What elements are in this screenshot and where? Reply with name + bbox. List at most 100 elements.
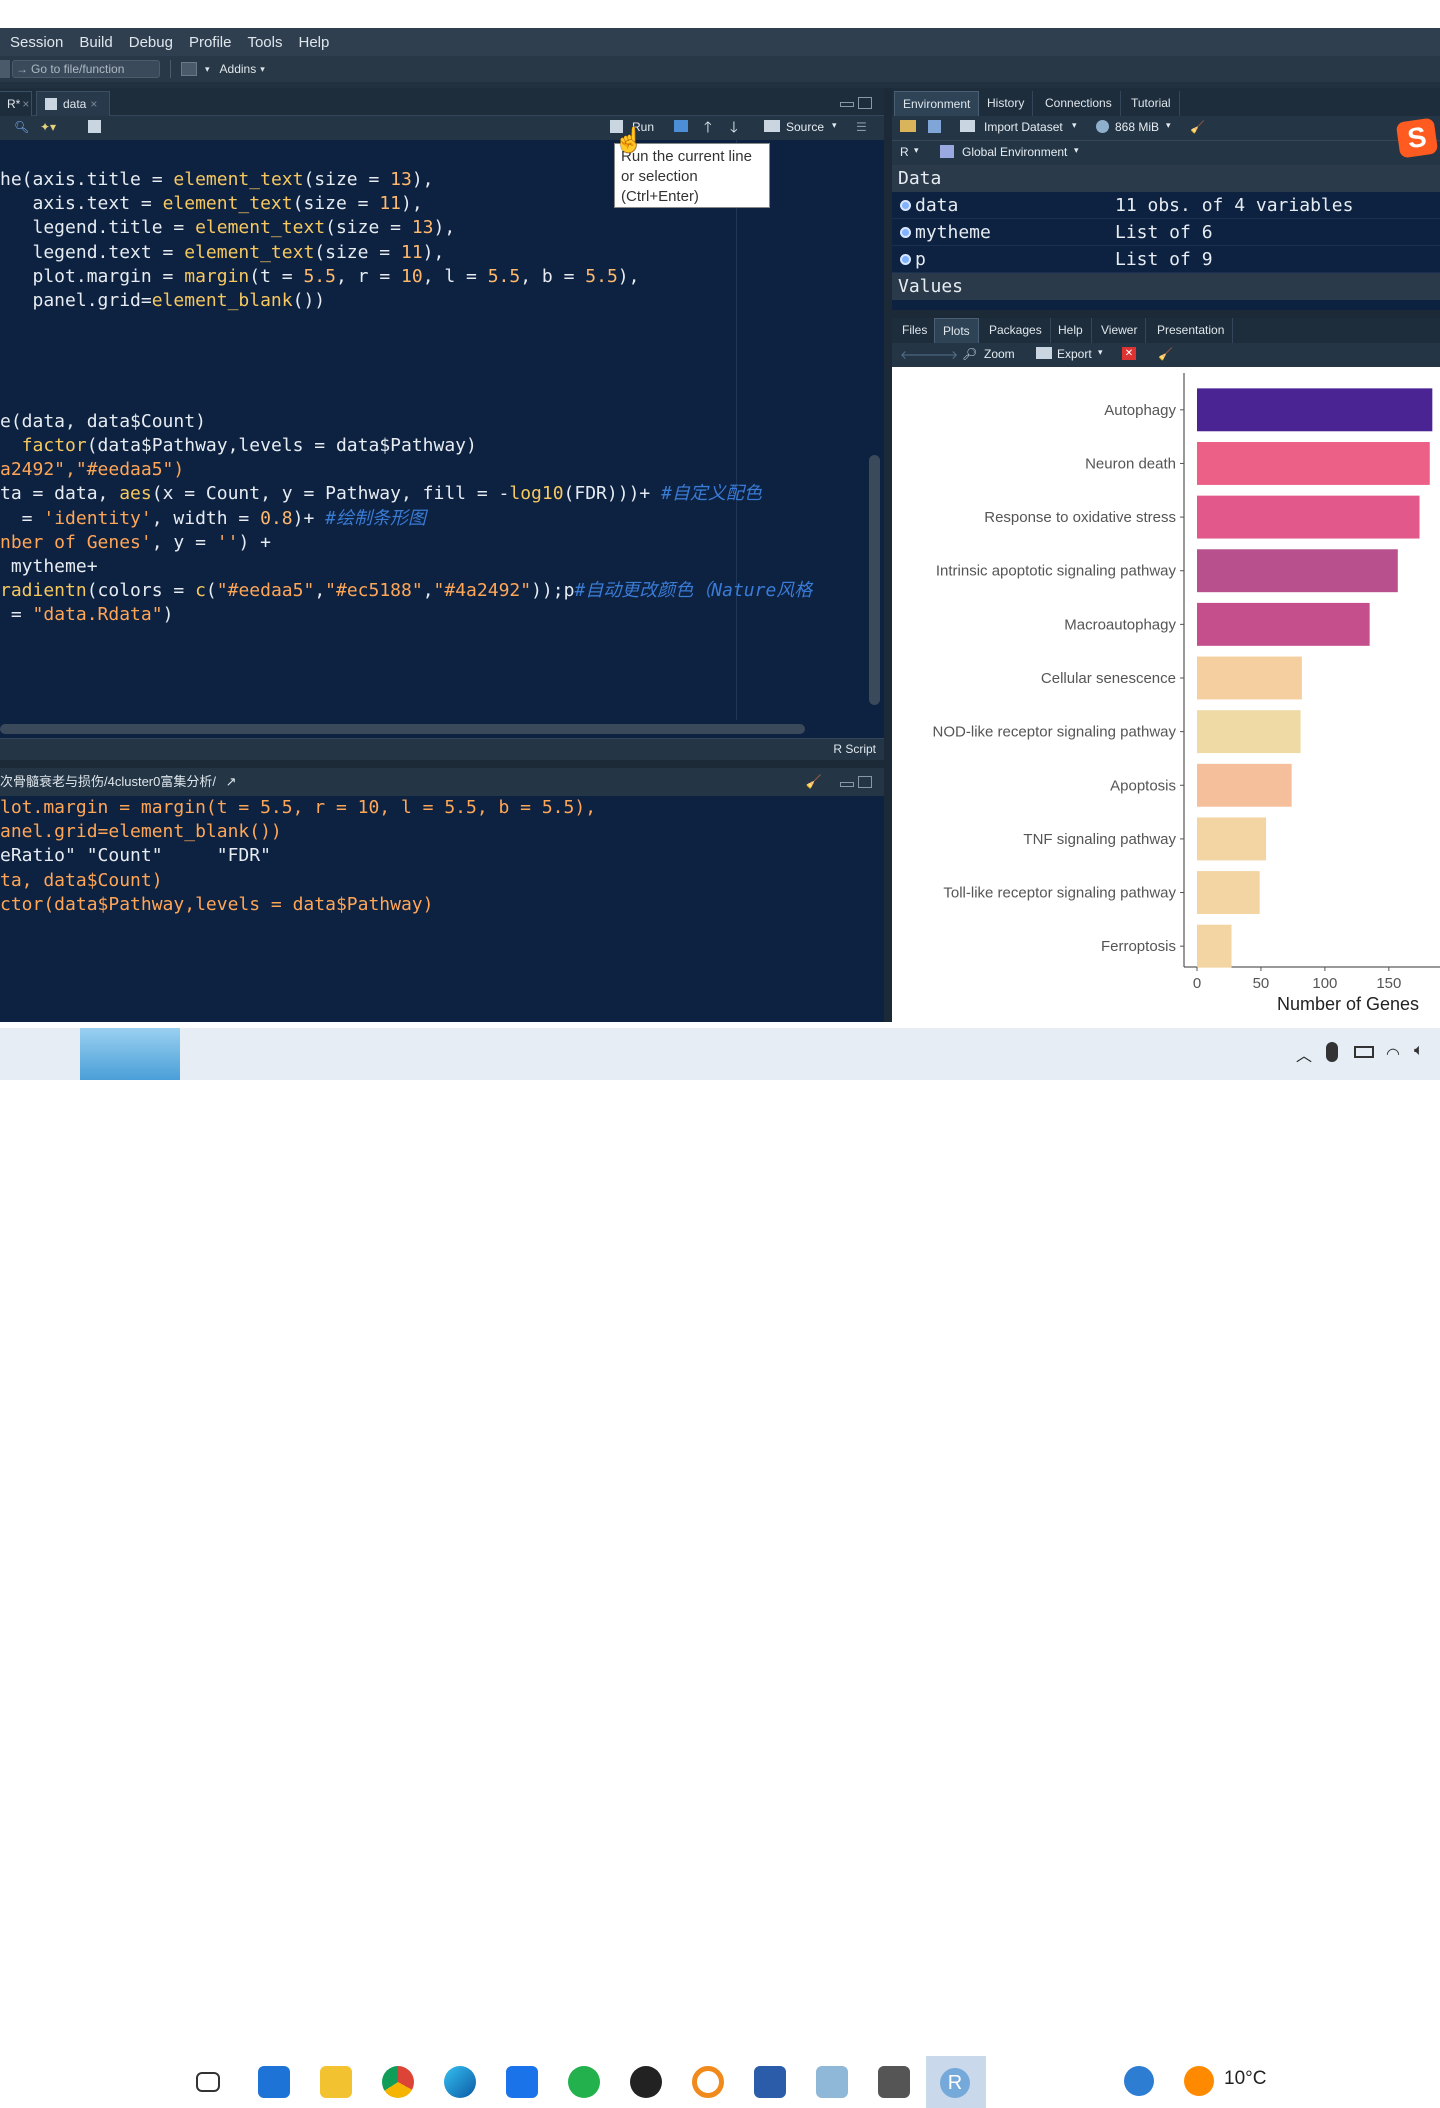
env-row-p[interactable]: p List of 9 xyxy=(892,246,1440,273)
tab-tutorial[interactable]: Tutorial xyxy=(1123,91,1180,116)
tab-files[interactable]: Files xyxy=(894,318,937,343)
forward-arrow-icon[interactable]: 🡒 xyxy=(926,347,958,362)
close-icon[interactable]: × xyxy=(22,97,29,111)
chevron-down-icon[interactable]: ▾ xyxy=(205,64,210,75)
remove-plot-icon[interactable]: ✕ xyxy=(1122,347,1136,360)
pane-splitter[interactable] xyxy=(0,760,884,768)
minimize-icon[interactable] xyxy=(840,102,854,107)
chevron-down-icon[interactable]: ▾ xyxy=(914,145,919,156)
powershell-icon[interactable] xyxy=(754,2066,786,2098)
menu-profile[interactable]: Profile xyxy=(189,34,232,51)
expand-icon[interactable] xyxy=(900,254,911,265)
tab-help[interactable]: Help xyxy=(1050,318,1092,343)
settings-app-icon[interactable] xyxy=(878,2066,910,2098)
pane-splitter[interactable] xyxy=(892,310,1440,318)
tab-environment[interactable]: Environment xyxy=(894,91,980,116)
chevron-down-icon[interactable]: ▾ xyxy=(1166,120,1171,131)
save-icon[interactable] xyxy=(928,120,941,133)
rstudio-taskbar-item[interactable]: R xyxy=(926,2056,986,2108)
code-editor[interactable]: he(axis.title = element_text(size = 13),… xyxy=(0,168,866,688)
chrome-icon[interactable] xyxy=(382,2066,414,2098)
chevron-down-icon[interactable]: ▾ xyxy=(1072,120,1077,131)
search-app-icon[interactable] xyxy=(692,2066,724,2098)
grid-icon[interactable] xyxy=(181,62,197,76)
microphone-icon[interactable] xyxy=(1326,1042,1338,1062)
goto-dir-icon[interactable]: ↗ xyxy=(226,774,237,789)
chevron-up-icon[interactable]: ︿ xyxy=(1296,1042,1312,1066)
chevron-down-icon[interactable]: ▾ xyxy=(1098,347,1103,358)
wifi-icon[interactable]: ◠ xyxy=(1386,1044,1400,1064)
tab-r-script[interactable]: R* × xyxy=(0,91,32,116)
broom-icon[interactable]: 🧹 xyxy=(806,768,822,796)
source-button[interactable]: Source xyxy=(786,120,824,134)
help-tray-icon[interactable] xyxy=(1124,2066,1154,2096)
maximize-icon[interactable] xyxy=(858,776,872,788)
addins-menu[interactable]: Addins xyxy=(220,62,257,76)
task-view-icon[interactable] xyxy=(196,2072,220,2092)
zoom-button[interactable]: Zoom xyxy=(984,347,1015,361)
editor-hscroll-thumb[interactable] xyxy=(0,724,805,734)
outline-icon[interactable]: ☰ xyxy=(856,120,867,134)
menu-help[interactable]: Help xyxy=(299,34,330,51)
edge-icon[interactable] xyxy=(444,2066,476,2098)
arrow-up-icon[interactable]: 🡑 xyxy=(704,117,712,142)
tab-presentation[interactable]: Presentation xyxy=(1149,318,1234,343)
file-explorer-icon[interactable] xyxy=(320,2066,352,2098)
pane-splitter[interactable] xyxy=(884,88,892,1022)
env-row-data[interactable]: data 11 obs. of 4 variables xyxy=(892,192,1440,219)
search-icon[interactable]: 🔍︎ xyxy=(14,120,29,134)
maximize-icon[interactable] xyxy=(858,97,872,109)
broom-icon[interactable]: 🧹 xyxy=(1158,347,1173,361)
tab-data[interactable]: data × xyxy=(36,91,110,116)
code-token: '' xyxy=(216,531,239,553)
close-icon[interactable]: × xyxy=(90,97,97,111)
code-token: (size = xyxy=(325,217,412,239)
computer-icon[interactable] xyxy=(258,2066,290,2098)
notebook-icon[interactable] xyxy=(88,120,101,133)
menu-debug[interactable]: Debug xyxy=(129,34,173,51)
battery-icon[interactable] xyxy=(1354,1046,1374,1058)
chevron-down-icon[interactable]: ▾ xyxy=(260,64,265,75)
language-selector[interactable]: R xyxy=(900,145,909,159)
console-output[interactable]: lot.margin = margin(t = 5.5, r = 10, l =… xyxy=(0,796,866,1022)
tab-plots[interactable]: Plots xyxy=(934,318,979,343)
minimize-icon[interactable] xyxy=(840,782,854,787)
tab-connections[interactable]: Connections xyxy=(1037,91,1121,116)
notepad-icon[interactable] xyxy=(816,2066,848,2098)
tab-history[interactable]: History xyxy=(979,91,1034,116)
menu-build[interactable]: Build xyxy=(79,34,112,51)
file-type-selector[interactable]: R Script xyxy=(833,742,876,756)
tab-packages[interactable]: Packages xyxy=(981,318,1051,343)
weather-tray-icon[interactable] xyxy=(1184,2066,1214,2096)
console-vscroll[interactable] xyxy=(866,796,884,1022)
expand-icon[interactable] xyxy=(900,227,911,238)
expand-icon[interactable] xyxy=(900,200,911,211)
qq-icon[interactable] xyxy=(630,2066,662,2098)
broom-icon[interactable]: 🧹 xyxy=(1190,120,1205,134)
temperature-label[interactable]: 10°C xyxy=(1224,2068,1266,2090)
memory-usage[interactable]: 868 MiB xyxy=(1115,120,1159,134)
export-button[interactable]: Export xyxy=(1057,347,1092,361)
tab-viewer[interactable]: Viewer xyxy=(1093,318,1147,343)
env-row-mytheme[interactable]: mytheme List of 6 xyxy=(892,219,1440,246)
arrow-down-icon[interactable]: 🡓 xyxy=(730,117,738,142)
env-name: data xyxy=(915,195,959,216)
import-dataset-button[interactable]: Import Dataset xyxy=(984,120,1063,134)
menu-session[interactable]: Session xyxy=(10,34,63,51)
scope-selector[interactable]: Global Environment xyxy=(962,145,1067,159)
sogou-ime-icon[interactable]: S xyxy=(1395,117,1439,159)
editor-vscroll-thumb[interactable] xyxy=(869,455,880,705)
mail-icon[interactable] xyxy=(506,2066,538,2098)
chevron-down-icon[interactable]: ▾ xyxy=(832,120,837,131)
open-folder-icon[interactable] xyxy=(900,120,916,132)
chevron-down-icon[interactable]: ▾ xyxy=(1074,145,1079,156)
rerun-icon[interactable] xyxy=(674,120,688,132)
menu-tools[interactable]: Tools xyxy=(247,34,282,51)
x-axis-title: Number of Genes xyxy=(1277,994,1419,1014)
volume-icon[interactable]: 🔈︎ xyxy=(1414,1042,1424,1060)
wechat-icon[interactable] xyxy=(568,2066,600,2098)
wand-icon[interactable]: ✦▾ xyxy=(40,120,56,134)
weather-widget-image[interactable] xyxy=(80,1028,180,1080)
goto-file-input[interactable]: Go to file/function xyxy=(12,60,160,78)
